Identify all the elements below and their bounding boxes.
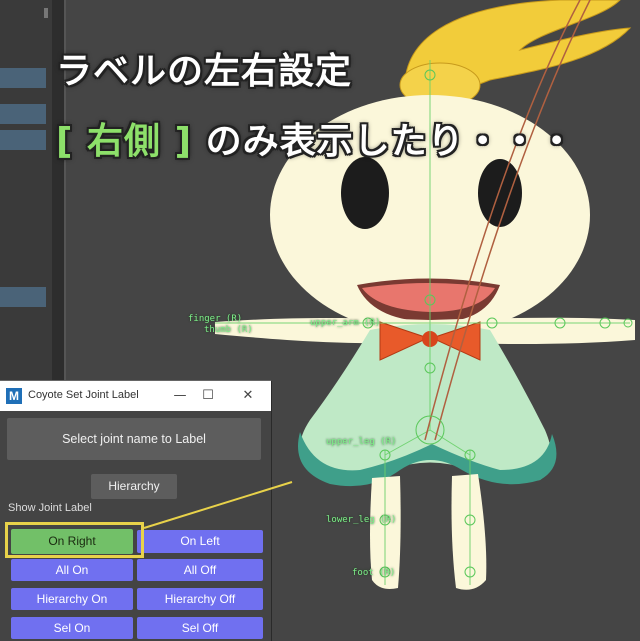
callout-line bbox=[143, 481, 293, 529]
